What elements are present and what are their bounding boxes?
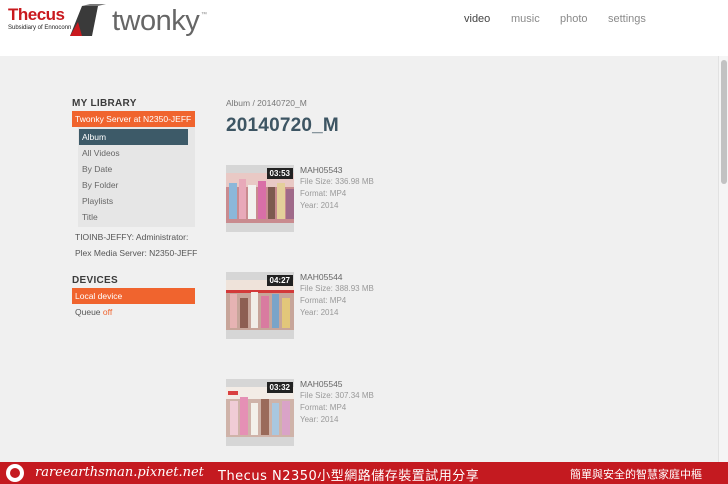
banner-site: rareearthsman.pixnet.net [35,465,204,480]
video-format: Format: MP4 [300,403,347,412]
library-item-title[interactable]: Title [79,209,188,225]
nav-music[interactable]: music [511,13,540,29]
blog-logo-icon [6,464,24,482]
server-tioinb-jeffy[interactable]: TIOINB-JEFFY: Administrator: [75,232,188,242]
library-item-all-videos[interactable]: All Videos [79,145,188,161]
blog-banner: rareearthsman.pixnet.net Thecus N2350小型網… [0,462,728,484]
vertical-scrollbar[interactable] [718,56,728,462]
video-year: Year: 2014 [300,415,339,424]
video-thumbnail[interactable]: 04:27 [226,272,294,339]
library-item-album[interactable]: Album [79,129,188,145]
video-file-size: File Size: 307.34 MB [300,391,374,400]
breadcrumb[interactable]: Album / 20140720_M [226,98,307,108]
video-card[interactable]: 03:53 [226,165,294,232]
scrollbar-thumb[interactable] [721,60,727,184]
twonky-logo[interactable]: twonky [112,4,200,38]
banner-slogan: 簡單與安全的智慧家庭中樞 [570,468,702,481]
server-plex-n2350[interactable]: Plex Media Server: N2350-JEFF [75,248,197,258]
device-local[interactable]: Local device [72,288,195,304]
app-header: Thecus Subsidiary of Ennoconn twonky ™ v… [0,0,728,56]
video-year: Year: 2014 [300,308,339,317]
library-item-by-folder[interactable]: By Folder [79,177,188,193]
video-thumbnail-image [226,280,294,330]
video-thumbnail[interactable]: 03:32 [226,379,294,446]
video-thumbnail-image [226,387,294,437]
video-thumbnail-image [226,173,294,223]
my-library-heading: MY LIBRARY [72,98,137,109]
nav-settings[interactable]: settings [608,13,646,29]
video-card[interactable]: 04:27 [226,272,294,339]
queue-label: Queue [75,307,101,317]
video-file-size: File Size: 336.98 MB [300,177,374,186]
video-card[interactable]: 03:32 [226,379,294,446]
video-format: Format: MP4 [300,189,347,198]
video-file-size: File Size: 388.93 MB [300,284,374,293]
video-format: Format: MP4 [300,296,347,305]
trademark-mark: ™ [201,12,207,18]
video-duration: 04:27 [266,275,293,286]
nav-video[interactable]: video [464,13,490,29]
video-thumbnail[interactable]: 03:53 [226,165,294,232]
queue-toggle[interactable]: Queue off [75,307,112,317]
library-item-playlists[interactable]: Playlists [79,193,188,209]
video-name[interactable]: MAH05544 [300,272,343,282]
devices-heading: DEVICES [72,275,119,286]
banner-title: Thecus N2350小型網路儲存裝置試用分享 [218,469,480,484]
twonky-mark-icon [70,4,106,36]
video-duration: 03:53 [266,168,293,179]
queue-state[interactable]: off [103,307,112,317]
page-title: 20140720_M [226,115,339,136]
video-duration: 03:32 [266,382,293,393]
video-year: Year: 2014 [300,201,339,210]
video-name[interactable]: MAH05543 [300,165,343,175]
nav-photo[interactable]: photo [560,13,588,29]
library-item-by-date[interactable]: By Date [79,161,188,177]
video-name[interactable]: MAH05545 [300,379,343,389]
server-twonky-n2350[interactable]: Twonky Server at N2350-JEFF [72,111,195,127]
